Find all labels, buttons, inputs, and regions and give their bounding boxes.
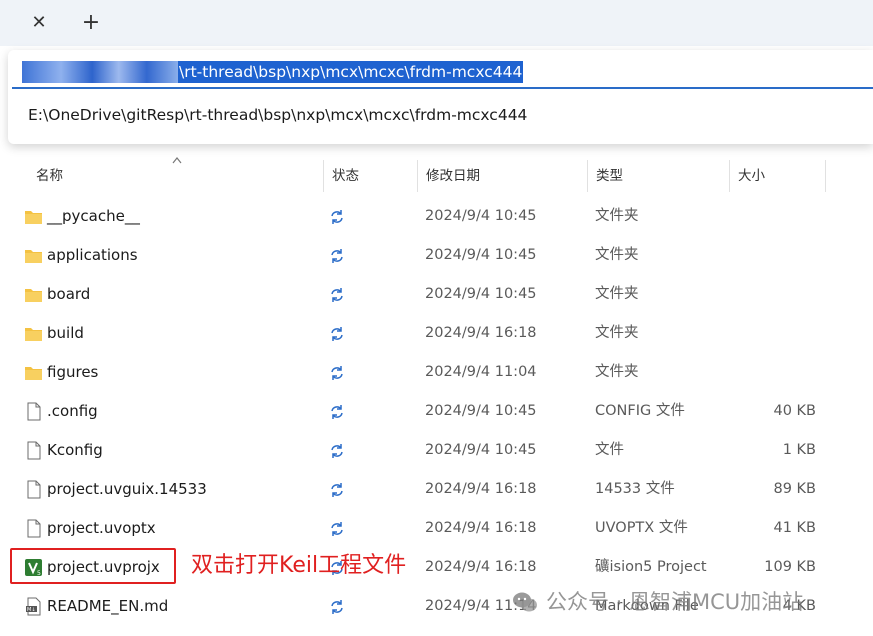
file-type: 文件夹 (595, 325, 639, 341)
wechat-icon (513, 592, 537, 612)
column-header-size[interactable]: 大小 (730, 160, 825, 192)
file-date: 2024/9/4 10:45 (425, 403, 537, 419)
file-row[interactable]: figures 2024/9/4 11:04 文件夹 (0, 353, 873, 392)
sync-icon (331, 600, 343, 614)
file-row[interactable]: project.uvoptx 2024/9/4 16:18 UVOPTX 文件 41 … (0, 509, 873, 548)
file-row[interactable]: build 2024/9/4 16:18 文件夹 (0, 314, 873, 353)
file-name: __pycache__ (47, 207, 140, 225)
file-type: UVOPTX 文件 (595, 520, 688, 536)
file-type: CONFIG 文件 (595, 403, 685, 419)
file-name: Kconfig (47, 441, 103, 459)
file-date: 2024/9/4 10:45 (425, 286, 537, 302)
file-type: 文件夹 (595, 286, 639, 302)
file-name: build (47, 324, 84, 342)
file-date: 2024/9/4 16:18 (425, 520, 537, 536)
watermark: 公众号 · 恩智浦MCU加油站 (512, 586, 803, 618)
sync-icon (331, 288, 343, 302)
file-name: board (47, 285, 91, 303)
file-date: 2024/9/4 16:18 (425, 481, 537, 497)
file-row[interactable]: board 2024/9/4 10:45 文件夹 (0, 275, 873, 314)
file-date: 2024/9/4 16:18 (425, 325, 537, 341)
annotation-text: 双击打开Keil工程文件 (191, 553, 407, 578)
folder-icon (25, 211, 42, 224)
file-row[interactable]: project.uvguix.14533 2024/9/4 16:18 14533 … (0, 470, 873, 509)
folder-icon (25, 289, 42, 302)
sync-icon (331, 366, 343, 380)
close-tab-button[interactable]: ✕ (22, 6, 56, 38)
file-row[interactable]: applications 2024/9/4 10:45 文件夹 (0, 236, 873, 275)
column-header-name[interactable]: 名称 (28, 160, 323, 192)
highlight-box (10, 548, 176, 584)
file-name: README_EN.md (47, 597, 169, 615)
folder-icon (25, 328, 42, 341)
column-header-type[interactable]: 类型 (588, 160, 729, 192)
close-icon: ✕ (31, 11, 47, 33)
address-selected-text: \rt-thread\bsp\nxp\mcx\mcxc\frdm-mcxc444 (178, 61, 524, 83)
file-type: 礦ision5 Project (595, 559, 707, 575)
column-divider[interactable] (825, 160, 826, 192)
sync-icon (331, 210, 343, 224)
file-row[interactable]: __pycache__ 2024/9/4 10:45 文件夹 (0, 197, 873, 236)
file-name: project.uvguix.14533 (47, 480, 207, 498)
file-row[interactable]: Kconfig 2024/9/4 10:45 文件 1 KB (0, 431, 873, 470)
file-date: 2024/9/4 16:18 (425, 559, 537, 575)
svg-text:M↓: M↓ (27, 607, 36, 613)
plus-icon: + (81, 9, 101, 35)
file-icon (27, 402, 41, 421)
file-size: 41 KB (773, 520, 816, 536)
file-row[interactable]: .config 2024/9/4 10:45 CONFIG 文件 40 KB (0, 392, 873, 431)
file-icon (27, 480, 41, 499)
file-name: project.uvoptx (47, 519, 156, 537)
file-name: .config (47, 402, 98, 420)
sync-icon (331, 327, 343, 341)
file-date: 2024/9/4 10:45 (425, 208, 537, 224)
file-type: 文件夹 (595, 208, 639, 224)
folder-icon (25, 367, 42, 380)
file-type: 文件夹 (595, 364, 639, 380)
address-suggestion-item[interactable]: E:\OneDrive\gitResp\rt-thread\bsp\nxp\mc… (28, 106, 527, 124)
file-name: figures (47, 363, 99, 381)
file-size: 89 KB (773, 481, 816, 497)
file-type: 14533 文件 (595, 481, 675, 497)
address-bar-dropdown: \rt-thread\bsp\nxp\mcx\mcxc\frdm-mcxc444… (8, 50, 873, 144)
watermark-text: 公众号 · 恩智浦MCU加油站 (546, 590, 804, 614)
file-name: applications (47, 246, 138, 264)
folder-icon (25, 250, 42, 263)
file-date: 2024/9/4 11:04 (425, 364, 537, 380)
markdown-file-icon: M↓ (26, 597, 41, 616)
file-size: 1 KB (782, 442, 816, 458)
new-tab-button[interactable]: + (74, 6, 108, 38)
sync-icon (331, 405, 343, 419)
column-header-row: 名称 状态 修改日期 类型 大小 (0, 160, 873, 192)
file-icon (27, 519, 41, 538)
file-date: 2024/9/4 10:45 (425, 442, 537, 458)
sync-icon (331, 249, 343, 263)
redacted-path-segment (22, 61, 178, 83)
tab-bar: ✕ + (0, 0, 873, 46)
file-size: 40 KB (773, 403, 816, 419)
file-type: 文件夹 (595, 247, 639, 263)
column-header-status[interactable]: 状态 (324, 160, 417, 192)
file-size: 109 KB (764, 559, 816, 575)
sync-icon (331, 522, 343, 536)
file-icon (27, 441, 41, 460)
sync-icon (331, 444, 343, 458)
file-date: 2024/9/4 10:45 (425, 247, 537, 263)
sync-icon (331, 483, 343, 497)
file-type: 文件 (595, 442, 624, 458)
address-input[interactable]: \rt-thread\bsp\nxp\mcx\mcxc\frdm-mcxc444 (12, 53, 873, 89)
column-header-date[interactable]: 修改日期 (418, 160, 587, 192)
